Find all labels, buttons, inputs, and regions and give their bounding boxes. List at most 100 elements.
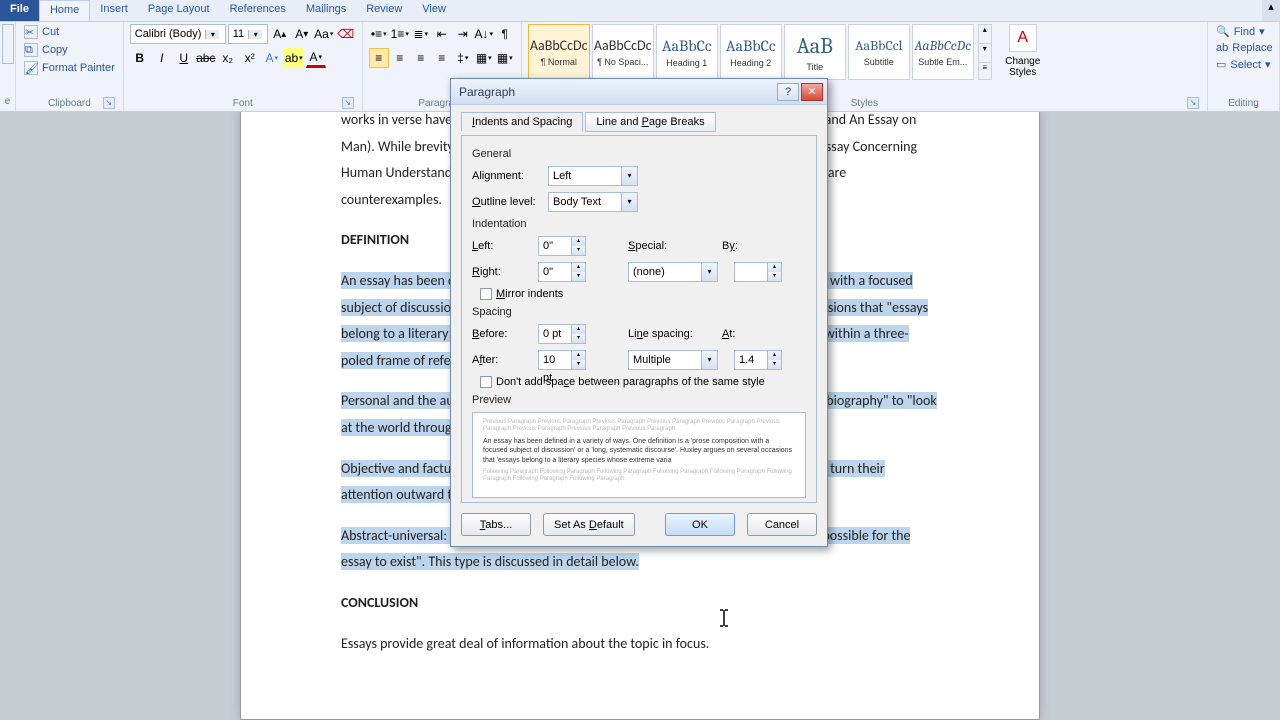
chevron-down-icon[interactable]: ▾ <box>621 193 637 211</box>
bold-icon[interactable]: B <box>130 48 150 68</box>
change-case-icon[interactable]: Aa <box>314 24 334 44</box>
pilcrow-icon[interactable]: ¶ <box>495 24 515 44</box>
special-label: Special: <box>628 240 688 252</box>
mirror-indents-checkbox[interactable]: Mirror indents <box>480 288 806 300</box>
section-general: General <box>472 148 806 160</box>
highlight-icon[interactable]: ab <box>284 48 304 68</box>
format-painter-button[interactable]: 🖌Format Painter <box>22 60 117 76</box>
align-center-icon[interactable]: ≡ <box>390 48 410 68</box>
section-spacing: Spacing <box>472 306 806 318</box>
indent-left-label: Left: <box>472 240 532 252</box>
paintbrush-icon: 🖌 <box>24 61 38 75</box>
line-spacing-icon[interactable]: ‡ <box>453 48 473 68</box>
subscript-icon[interactable]: x₂ <box>218 48 238 68</box>
before-label: Before: <box>472 328 532 340</box>
chevron-down-icon[interactable]: ▾ <box>248 30 262 39</box>
justify-icon[interactable]: ≡ <box>432 48 452 68</box>
align-left-icon[interactable]: ≡ <box>369 48 389 68</box>
indent-right-label: Right: <box>472 266 532 278</box>
paste-icon[interactable] <box>2 24 14 64</box>
tab-home[interactable]: Home <box>39 0 90 21</box>
style-subtitle[interactable]: AaBbCclSubtitle <box>848 24 910 80</box>
indent-left-spinner[interactable]: 0"▴▾ <box>538 236 586 256</box>
bullets-icon[interactable]: •≡ <box>369 24 389 44</box>
style-heading2[interactable]: AaBbCcHeading 2 <box>720 24 782 80</box>
shrink-font-icon[interactable]: A▾ <box>292 24 312 44</box>
style-title[interactable]: AaBTitle <box>784 24 846 80</box>
replace-button[interactable]: abReplace <box>1214 41 1275 55</box>
line-spacing-combo[interactable]: Multiple▾ <box>628 350 718 370</box>
select-button[interactable]: ▭Select ▾ <box>1214 57 1275 72</box>
dialog-launcher-icon[interactable]: ↘ <box>103 97 115 109</box>
dialog-launcher-icon[interactable]: ↘ <box>1187 97 1199 109</box>
sort-icon[interactable]: A↓ <box>474 24 494 44</box>
chevron-down-icon[interactable]: ▾ <box>701 263 717 281</box>
styles-scroll[interactable]: ▴ ▾ ≡ <box>978 24 992 80</box>
increase-indent-icon[interactable]: ⇥ <box>453 24 473 44</box>
after-spinner[interactable]: 10 pt▴▾ <box>538 350 586 370</box>
decrease-indent-icon[interactable]: ⇤ <box>432 24 452 44</box>
line-spacing-label: Line spacing: <box>628 328 704 340</box>
italic-icon[interactable]: I <box>152 48 172 68</box>
chevron-down-icon[interactable]: ▾ <box>621 167 637 185</box>
section-indentation: Indentation <box>472 218 806 230</box>
special-combo[interactable]: (none)▾ <box>628 262 718 282</box>
cancel-button[interactable]: Cancel <box>747 513 817 536</box>
alignment-combo[interactable]: Left▾ <box>548 166 638 186</box>
copy-button[interactable]: ⧉Copy <box>22 42 117 58</box>
font-size-combo[interactable]: 11▾ <box>228 24 268 44</box>
outline-label: Outline level: <box>472 196 542 208</box>
style-heading1[interactable]: AaBbCcHeading 1 <box>656 24 718 80</box>
at-spinner[interactable]: 1.4▴▾ <box>734 350 782 370</box>
clear-formatting-icon[interactable]: ⌫ <box>336 24 356 44</box>
tab-mailings[interactable]: Mailings <box>296 0 356 21</box>
chevron-down-icon[interactable]: ▾ <box>205 30 219 39</box>
align-right-icon[interactable]: ≡ <box>411 48 431 68</box>
set-default-button[interactable]: Set As Default <box>543 513 635 536</box>
dont-add-space-checkbox[interactable]: Don't add space between paragraphs of th… <box>480 376 806 388</box>
by-indent-spinner[interactable]: ▴▾ <box>734 262 782 282</box>
help-icon[interactable]: ? <box>777 83 799 101</box>
indent-right-spinner[interactable]: 0"▴▾ <box>538 262 586 282</box>
style-normal[interactable]: AaBbCcDc¶ Normal <box>528 24 590 80</box>
tab-indents-spacing[interactable]: Indents and Spacing <box>461 112 583 132</box>
grow-font-icon[interactable]: A▴ <box>270 24 290 44</box>
copy-icon: ⧉ <box>24 43 38 57</box>
minimize-ribbon-icon[interactable]: ▴ <box>1262 0 1280 21</box>
outline-combo[interactable]: Body Text▾ <box>548 192 638 212</box>
style-subtle-em[interactable]: AaBbCcDcSubtle Em... <box>912 24 974 80</box>
multilevel-icon[interactable]: ≣ <box>411 24 431 44</box>
chevron-down-icon[interactable]: ▾ <box>701 351 717 369</box>
tabs-button[interactable]: Tabs... <box>461 513 531 536</box>
borders-icon[interactable]: ▦ <box>495 48 515 68</box>
dialog-launcher-icon[interactable]: ↘ <box>342 97 354 109</box>
tab-line-page-breaks[interactable]: Line and Page Breaks <box>585 112 715 132</box>
underline-icon[interactable]: U <box>174 48 194 68</box>
tab-review[interactable]: Review <box>356 0 412 21</box>
tab-file[interactable]: File <box>0 0 39 21</box>
text-effects-icon[interactable]: A <box>262 48 282 68</box>
at-label: At: <box>722 328 748 340</box>
group-label-font: Font↘ <box>130 98 356 111</box>
find-button[interactable]: 🔍Find ▾ <box>1214 24 1275 39</box>
style-no-spacing[interactable]: AaBbCcDc¶ No Spaci... <box>592 24 654 80</box>
font-color-icon[interactable]: A <box>306 48 326 68</box>
strikethrough-icon[interactable]: abc <box>196 48 216 68</box>
tab-references[interactable]: References <box>220 0 296 21</box>
group-label-editing: Editing <box>1214 98 1273 111</box>
tab-view[interactable]: View <box>412 0 456 21</box>
cut-button[interactable]: ✂Cut <box>22 24 117 40</box>
styles-gallery[interactable]: AaBbCcDc¶ Normal AaBbCcDc¶ No Spaci... A… <box>528 24 974 80</box>
change-styles-button[interactable]: A Change Styles <box>998 24 1048 78</box>
close-icon[interactable]: ✕ <box>801 83 823 101</box>
tab-insert[interactable]: Insert <box>90 0 138 21</box>
dialog-titlebar[interactable]: Paragraph ? ✕ <box>451 79 827 105</box>
superscript-icon[interactable]: x² <box>240 48 260 68</box>
alignment-label: Alignment: <box>472 170 542 182</box>
numbering-icon[interactable]: 1≡ <box>390 24 410 44</box>
tab-page-layout[interactable]: Page Layout <box>138 0 220 21</box>
ok-button[interactable]: OK <box>665 513 735 536</box>
font-name-combo[interactable]: Calibri (Body)▾ <box>130 24 226 44</box>
shading-icon[interactable]: ▦ <box>474 48 494 68</box>
before-spinner[interactable]: 0 pt▴▾ <box>538 324 586 344</box>
